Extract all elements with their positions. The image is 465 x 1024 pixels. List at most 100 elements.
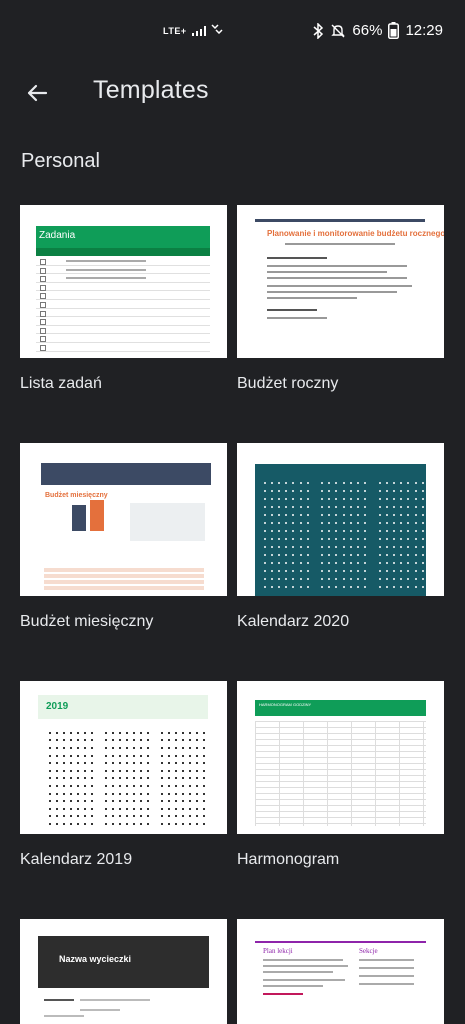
calendar-day-dot bbox=[407, 498, 410, 500]
template-card-plan-lekcji[interactable]: Plan lekcji Sekcje bbox=[237, 919, 444, 1024]
template-card-harmonogram[interactable]: HARMONOGRAM GODZINY Harmonogram bbox=[237, 681, 444, 868]
calendar-day-dot bbox=[104, 762, 107, 765]
calendar-day-dot bbox=[277, 554, 280, 556]
template-thumbnail: Plan lekcji Sekcje bbox=[237, 919, 444, 1024]
thumbnail-header: Nazwa wycieczki bbox=[38, 936, 209, 988]
thumbnail-subheader bbox=[36, 248, 210, 256]
calendar-day-dot bbox=[364, 562, 367, 564]
calendar-day-dot bbox=[146, 800, 149, 803]
calendar-day-dot bbox=[181, 807, 184, 810]
calendar-day-dot bbox=[285, 578, 288, 580]
calendar-day-dot bbox=[139, 807, 142, 810]
calendar-day-dot bbox=[263, 578, 266, 580]
calendar-day-dot bbox=[76, 784, 79, 787]
calendar-day-dot bbox=[90, 769, 93, 772]
calendar-day-dot bbox=[277, 546, 280, 548]
calendar-day-dot bbox=[392, 538, 395, 540]
template-card-kalendarz-2020[interactable]: Kalendarz 2020 bbox=[237, 443, 444, 630]
calendar-day-dot bbox=[181, 746, 184, 749]
calendar-day-dot bbox=[378, 586, 381, 588]
calendar-day-dot bbox=[335, 538, 338, 540]
calendar-day-dot bbox=[48, 739, 51, 742]
calendar-day-dot bbox=[48, 746, 51, 749]
calendar-day-dot bbox=[104, 731, 107, 734]
calendar-day-dot bbox=[270, 554, 273, 556]
calendar-day-dot bbox=[277, 530, 280, 532]
calendar-day-dot bbox=[76, 815, 79, 818]
status-bar: LTE+ 66% 12:29 bbox=[0, 0, 465, 66]
calendar-day-dot bbox=[90, 762, 93, 765]
calendar-day-dot bbox=[174, 739, 177, 742]
calendar-day-dot bbox=[195, 762, 198, 765]
calendar-day-dot bbox=[90, 815, 93, 818]
calendar-day-dot bbox=[125, 815, 128, 818]
calendar-day-dot bbox=[48, 754, 51, 757]
calendar-day-dot bbox=[321, 570, 324, 572]
calendar-day-dot bbox=[263, 490, 266, 492]
calendar-day-dot bbox=[342, 498, 345, 500]
calendar-day-dot bbox=[125, 784, 128, 787]
calendar-day-dot bbox=[292, 586, 295, 588]
calendar-day-dot bbox=[69, 777, 72, 780]
calendar-day-dot bbox=[83, 800, 86, 803]
calendar-day-dot bbox=[195, 822, 198, 825]
template-card-kalendarz-2019[interactable]: 2019 Kalendarz 2019 bbox=[20, 681, 227, 868]
calendar-day-dot bbox=[160, 762, 163, 765]
calendar-day-dot bbox=[342, 522, 345, 524]
battery-icon bbox=[388, 22, 400, 39]
template-card-budzet-roczny[interactable]: Planowanie i monitorowanie budżetu roczn… bbox=[237, 205, 444, 392]
template-thumbnail: 2019 bbox=[20, 681, 227, 834]
calendar-day-dot bbox=[299, 562, 302, 564]
calendar-day-dot bbox=[400, 530, 403, 532]
calendar-day-dot bbox=[306, 538, 309, 540]
calendar-day-dot bbox=[263, 586, 266, 588]
back-button[interactable] bbox=[20, 76, 54, 110]
calendar-day-dot bbox=[357, 538, 360, 540]
calendar-day-dot bbox=[76, 807, 79, 810]
calendar-day-dot bbox=[407, 506, 410, 508]
calendar-day-dot bbox=[364, 514, 367, 516]
calendar-day-dot bbox=[125, 822, 128, 825]
calendar-day-dot bbox=[55, 807, 58, 810]
calendar-day-dot bbox=[90, 784, 93, 787]
calendar-day-dot bbox=[55, 777, 58, 780]
template-label: Lista zadań bbox=[20, 375, 102, 392]
thumbnail-summary bbox=[130, 503, 205, 541]
calendar-day-dot bbox=[364, 506, 367, 508]
calendar-day-dot bbox=[118, 784, 121, 787]
template-card-wycieczka[interactable]: Nazwa wycieczki bbox=[20, 919, 227, 1024]
calendar-day-dot bbox=[349, 506, 352, 508]
calendar-day-dot bbox=[277, 482, 280, 484]
calendar-day-dot bbox=[188, 777, 191, 780]
calendar-day-dot bbox=[132, 792, 135, 795]
calendar-day-dot bbox=[400, 514, 403, 516]
calendar-day-dot bbox=[321, 538, 324, 540]
calendar-day-dot bbox=[83, 822, 86, 825]
template-card-lista-zadan[interactable]: Zadania Lista zadań bbox=[20, 205, 227, 392]
calendar-day-dot bbox=[132, 754, 135, 757]
calendar-day-dot bbox=[202, 769, 205, 772]
calendar-day-dot bbox=[299, 498, 302, 500]
calendar-day-dot bbox=[139, 739, 142, 742]
calendar-day-dot bbox=[328, 546, 331, 548]
calendar-day-dot bbox=[349, 546, 352, 548]
calendar-day-dot bbox=[421, 530, 424, 532]
calendar-day-dot bbox=[181, 769, 184, 772]
calendar-day-dot bbox=[342, 490, 345, 492]
calendar-day-dot bbox=[328, 578, 331, 580]
calendar-day-dot bbox=[263, 482, 266, 484]
calendar-day-dot bbox=[385, 506, 388, 508]
calendar-day-dot bbox=[306, 530, 309, 532]
calendar-day-dot bbox=[349, 554, 352, 556]
calendar-day-dot bbox=[277, 498, 280, 500]
calendar-day-dot bbox=[407, 514, 410, 516]
calendar-day-dot bbox=[421, 498, 424, 500]
calendar-day-dot bbox=[139, 754, 142, 757]
calendar-day-dot bbox=[421, 506, 424, 508]
calendar-day-dot bbox=[104, 822, 107, 825]
calendar-day-dot bbox=[421, 522, 424, 524]
calendar-day-dot bbox=[414, 498, 417, 500]
calendar-day-dot bbox=[357, 554, 360, 556]
calendar-day-dot bbox=[181, 777, 184, 780]
template-card-budzet-miesieczny[interactable]: Budżet miesięczny Budżet miesięczny bbox=[20, 443, 227, 630]
